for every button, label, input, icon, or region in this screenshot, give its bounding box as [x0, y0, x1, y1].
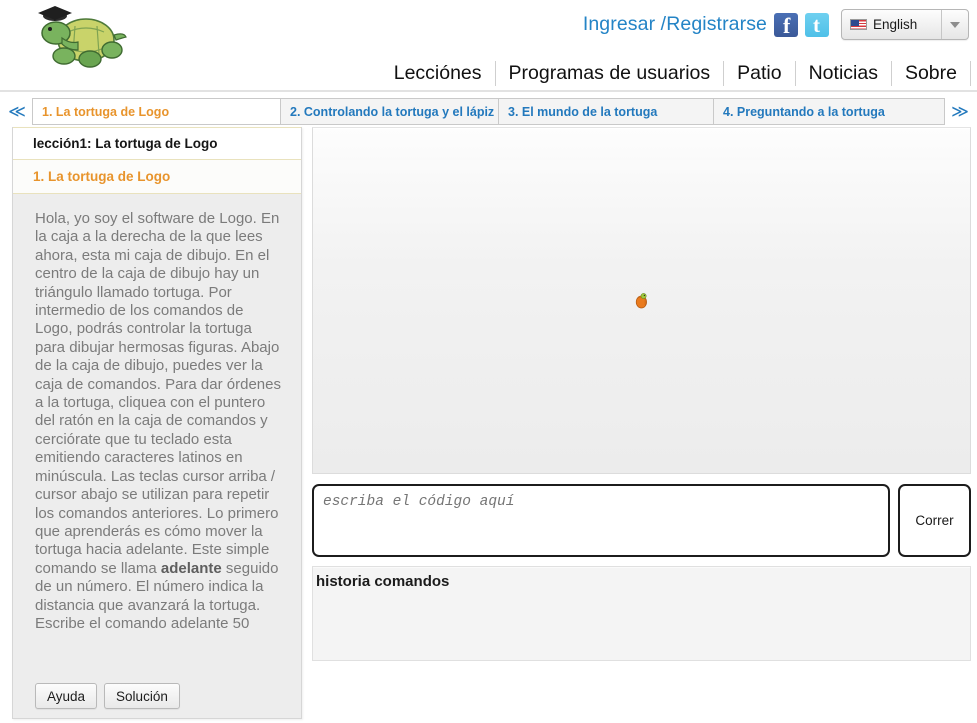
language-selector[interactable]: English: [841, 9, 969, 40]
run-button[interactable]: Correr: [898, 484, 971, 557]
login-register-link[interactable]: Ingresar /Registrarse: [583, 13, 767, 36]
command-history-panel: historia comandos: [312, 566, 971, 661]
command-row: Correr: [312, 484, 971, 557]
site-header: Ingresar /Registrarse English Lecciónes …: [0, 0, 977, 92]
lesson-paragraph-part-1: Hola, yo soy el software de Logo. En la …: [35, 210, 281, 577]
nav-item-patio[interactable]: Patio: [724, 60, 794, 86]
prev-lessons-icon[interactable]: ≪: [6, 99, 28, 125]
nav-item-noticias[interactable]: Noticias: [796, 60, 891, 86]
nav-item-programas-de-usuarios[interactable]: Programas de usuarios: [496, 60, 724, 86]
lesson-panel: lección1: La tortuga de Logo 1. La tortu…: [12, 127, 302, 719]
lesson-bold-command: adelante: [160, 559, 222, 577]
solution-button[interactable]: Solución: [104, 683, 180, 709]
turtle-sprite: [635, 292, 649, 309]
drawing-canvas[interactable]: [312, 127, 971, 474]
command-input[interactable]: [312, 484, 890, 557]
twitter-icon[interactable]: [805, 12, 829, 37]
chevron-down-icon[interactable]: [942, 21, 968, 28]
next-lessons-icon[interactable]: ≫: [949, 99, 971, 125]
command-history-title: historia comandos: [316, 573, 450, 590]
facebook-icon[interactable]: [774, 12, 798, 37]
nav-item-lecciones[interactable]: Lecciónes: [381, 60, 495, 86]
account-bar: Ingresar /Registrarse English: [583, 9, 969, 40]
help-button[interactable]: Ayuda: [35, 683, 98, 709]
tab-lesson-2[interactable]: 2. Controlando la tortuga y el lápiz: [281, 99, 499, 124]
turtle-cursor-icon: [635, 292, 647, 308]
turtle-logo-icon: [38, 6, 127, 68]
lesson-title: lección1: La tortuga de Logo: [13, 127, 301, 160]
lesson-paragraph: Hola, yo soy el software de Logo. En la …: [35, 210, 283, 633]
lesson-subtitle: 1. La tortuga de Logo: [13, 160, 301, 194]
lesson-instruction: Escribe el comando adelante 50: [35, 614, 250, 632]
language-label: English: [873, 17, 918, 32]
us-flag-icon: [850, 19, 867, 30]
site-logo[interactable]: [28, 2, 133, 72]
tab-lesson-1[interactable]: 1. La tortuga de Logo: [33, 99, 281, 124]
main-navigation: Lecciónes Programas de usuarios Patio No…: [381, 60, 971, 86]
page-content: lección1: La tortuga de Logo 1. La tortu…: [0, 127, 977, 721]
nav-divider: [970, 60, 971, 86]
work-area: Correr historia comandos: [312, 127, 971, 687]
lesson-action-buttons: Ayuda Solución: [13, 678, 301, 709]
tab-lesson-4[interactable]: 4. Preguntando a la tortuga: [714, 99, 944, 124]
nav-item-sobre[interactable]: Sobre: [892, 60, 970, 86]
lesson-body: Hola, yo soy el software de Logo. En la …: [13, 194, 301, 678]
lesson-tabstrip: ≪ 1. La tortuga de Logo 2. Controlando l…: [0, 96, 977, 127]
lesson-tabs: 1. La tortuga de Logo 2. Controlando la …: [32, 98, 945, 125]
tab-lesson-3[interactable]: 3. El mundo de la tortuga: [499, 99, 714, 124]
